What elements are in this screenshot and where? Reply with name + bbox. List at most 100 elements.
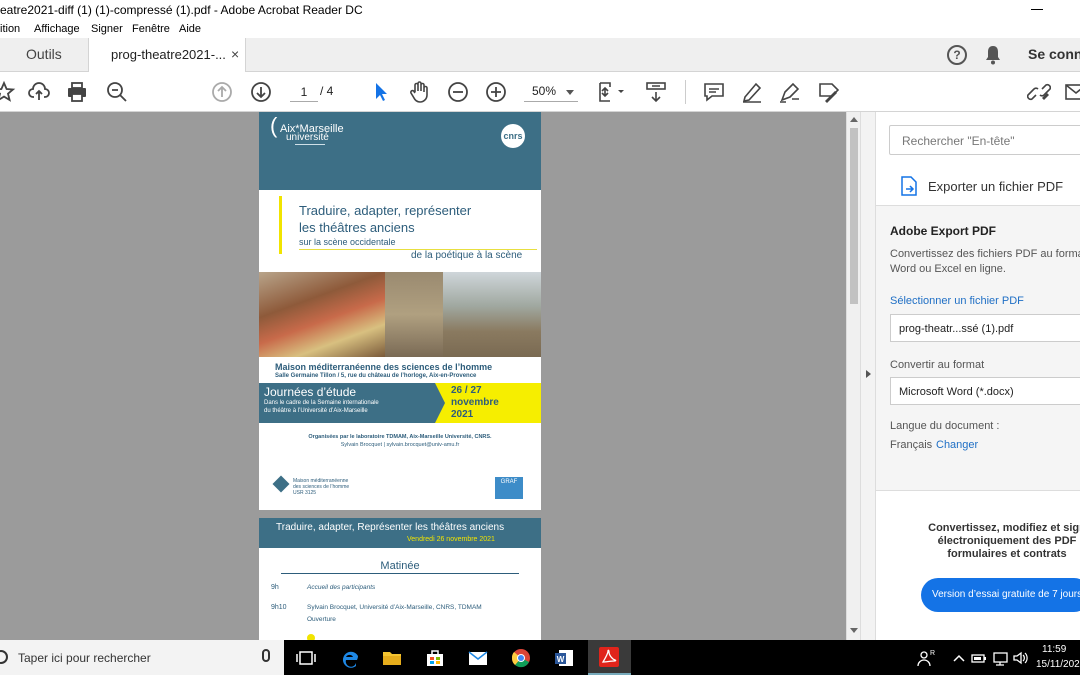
- poster-desc-1: Dans le cadre de la Semaine internationa…: [264, 400, 379, 406]
- task-view-icon[interactable]: [295, 647, 317, 669]
- comment-icon[interactable]: [702, 80, 726, 104]
- taskbar-search[interactable]: Taper ici pour rechercher: [0, 640, 284, 675]
- schedule-time: 9h10: [271, 604, 287, 611]
- poster-date-3: 2021: [451, 409, 474, 420]
- window-title: eatre2021-diff (1) (1)-compressé (1).pdf…: [0, 3, 363, 17]
- microphone-icon[interactable]: [262, 649, 270, 662]
- promo-text: Convertissez, modifiez et sign électroni…: [928, 522, 1080, 560]
- document-view[interactable]: ( Aix*Marseille université cnrs Traduire…: [0, 112, 846, 640]
- page2-date: Vendredi 26 novembre 2021: [407, 536, 495, 543]
- poster-date-band: Journées d’étude Dans le cadre de la Sem…: [259, 383, 541, 423]
- clock-time[interactable]: 11:59: [1042, 644, 1066, 655]
- poster-image-mosaic: [259, 272, 385, 357]
- poster-date-1: 26 / 27: [451, 385, 482, 396]
- store-icon[interactable]: [424, 647, 446, 669]
- scroll-thumb[interactable]: [850, 128, 858, 304]
- svg-text:R: R: [930, 650, 935, 657]
- mail-app-icon[interactable]: [467, 647, 489, 669]
- taskbar-search-text: Taper ici pour rechercher: [18, 651, 151, 665]
- select-cursor-icon[interactable]: [369, 80, 393, 104]
- poster-organizers: Organisées par le laboratoire TDMAM, Aix…: [308, 434, 492, 440]
- scroll-down-arrow[interactable]: [850, 628, 858, 633]
- file-explorer-icon[interactable]: [381, 647, 403, 669]
- tab-document[interactable]: prog-theatre2021-... ×: [88, 38, 246, 73]
- menu-edition[interactable]: ition: [0, 23, 20, 35]
- chrome-icon[interactable]: [510, 647, 532, 669]
- zoom-select[interactable]: 50%: [524, 82, 578, 102]
- poster-subtitle: de la poétique à la scène: [411, 250, 523, 261]
- toolbar: / 4 50%: [0, 72, 1080, 112]
- fit-page-icon[interactable]: [597, 80, 627, 104]
- fill-sign-icon[interactable]: [817, 80, 841, 104]
- mail-icon[interactable]: [1064, 80, 1080, 104]
- edge-icon[interactable]: [339, 647, 361, 669]
- export-desc: Convertissez des fichiers PDF au forma: [890, 248, 1080, 260]
- highlight-pen-icon[interactable]: [740, 80, 764, 104]
- document-language-label: Langue du document :: [890, 420, 1000, 432]
- vertical-scrollbar[interactable]: [846, 112, 860, 640]
- change-language-link[interactable]: Changer: [936, 439, 978, 451]
- export-desc: Word ou Excel en ligne.: [890, 263, 1006, 275]
- help-icon[interactable]: ?: [947, 45, 967, 65]
- title-bar: eatre2021-diff (1) (1)-compressé (1).pdf…: [0, 0, 1080, 20]
- taskbar-acrobat-active[interactable]: [588, 640, 631, 675]
- panel-collapse-button[interactable]: [860, 112, 876, 640]
- menu-aide[interactable]: Aide: [179, 23, 201, 35]
- schedule-time: 9h: [271, 584, 279, 591]
- menu-signer[interactable]: Signer: [91, 23, 123, 35]
- sign-in-link[interactable]: Se conn: [1028, 46, 1080, 62]
- link-tool-icon[interactable]: [1026, 80, 1052, 104]
- tab-tools[interactable]: Outils: [0, 38, 88, 72]
- app-window: eatre2021-diff (1) (1)-compressé (1).pdf…: [0, 0, 1080, 675]
- zoom-search-icon[interactable]: [105, 80, 129, 104]
- network-icon[interactable]: [992, 647, 1010, 669]
- menu-affichage[interactable]: Affichage: [34, 23, 80, 35]
- poster-desc-2: du théâtre à l’Université d’Aix-Marseill…: [264, 408, 368, 414]
- cortana-icon[interactable]: [0, 650, 8, 664]
- volume-icon[interactable]: [1012, 647, 1030, 669]
- zoom-in-icon[interactable]: [484, 80, 508, 104]
- word-icon[interactable]: W: [553, 647, 575, 669]
- bell-icon[interactable]: [984, 45, 1002, 65]
- tab-document-label: prog-theatre2021-...: [111, 47, 226, 62]
- tools-search-input[interactable]: Rechercher "En-tête": [889, 125, 1080, 155]
- page2-header: Traduire, adapter, Représenter les théât…: [259, 518, 541, 548]
- close-tab-icon[interactable]: ×: [231, 46, 239, 62]
- free-trial-button[interactable]: Version d’essai gratuite de 7 jours: [921, 578, 1080, 612]
- export-pdf-header[interactable]: Exporter un fichier PDF: [876, 170, 1080, 204]
- poster-venue: Maison méditerranéenne des sciences de l…: [275, 362, 493, 372]
- right-panel: Rechercher "En-tête" Exporter un fichier…: [876, 112, 1080, 640]
- tab-bar: Outils prog-theatre2021-... ×: [0, 38, 1080, 73]
- cloud-upload-icon[interactable]: [27, 80, 51, 104]
- page-down-icon[interactable]: [249, 80, 273, 104]
- convert-format-label: Convertir au format: [890, 359, 985, 371]
- people-icon[interactable]: R: [917, 647, 935, 669]
- mmsh-logo: [272, 475, 290, 493]
- poster-address: Salle Germaine Tillon / 5, rue du châtea…: [275, 373, 477, 379]
- hand-tool-icon[interactable]: [407, 80, 431, 104]
- poster-images: [259, 272, 541, 357]
- poster-date-2: novembre: [451, 397, 499, 408]
- poster-header: ( Aix*Marseille université cnrs: [259, 112, 541, 190]
- pdf-page-1: ( Aix*Marseille université cnrs Traduire…: [259, 112, 541, 510]
- clock-date[interactable]: 15/11/202: [1036, 659, 1080, 670]
- pdf-page-2: Traduire, adapter, Représenter les théât…: [259, 518, 541, 640]
- page-up-icon[interactable]: [210, 80, 234, 104]
- document-language: Français: [890, 439, 933, 451]
- page-number-input[interactable]: [290, 82, 318, 102]
- page2-title: Traduire, adapter, Représenter les théât…: [276, 522, 505, 533]
- star-icon[interactable]: [0, 80, 16, 104]
- selected-file-field[interactable]: prog-theatr...ssé (1).pdf: [890, 314, 1080, 342]
- minimize-button[interactable]: [1030, 0, 1044, 20]
- zoom-out-icon[interactable]: [446, 80, 470, 104]
- menu-fenetre[interactable]: Fenêtre: [132, 23, 170, 35]
- print-icon[interactable]: [65, 80, 89, 104]
- scroll-up-arrow[interactable]: [850, 117, 858, 122]
- battery-icon[interactable]: [970, 647, 988, 669]
- convert-format-select[interactable]: Microsoft Word (*.docx): [890, 377, 1080, 405]
- sign-pen-icon[interactable]: [778, 80, 802, 104]
- scroll-mode-icon[interactable]: [644, 80, 668, 104]
- tray-chevron-up-icon[interactable]: [952, 647, 966, 669]
- select-file-link[interactable]: Sélectionner un fichier PDF: [890, 295, 1024, 307]
- poster-image-figures: [385, 272, 443, 357]
